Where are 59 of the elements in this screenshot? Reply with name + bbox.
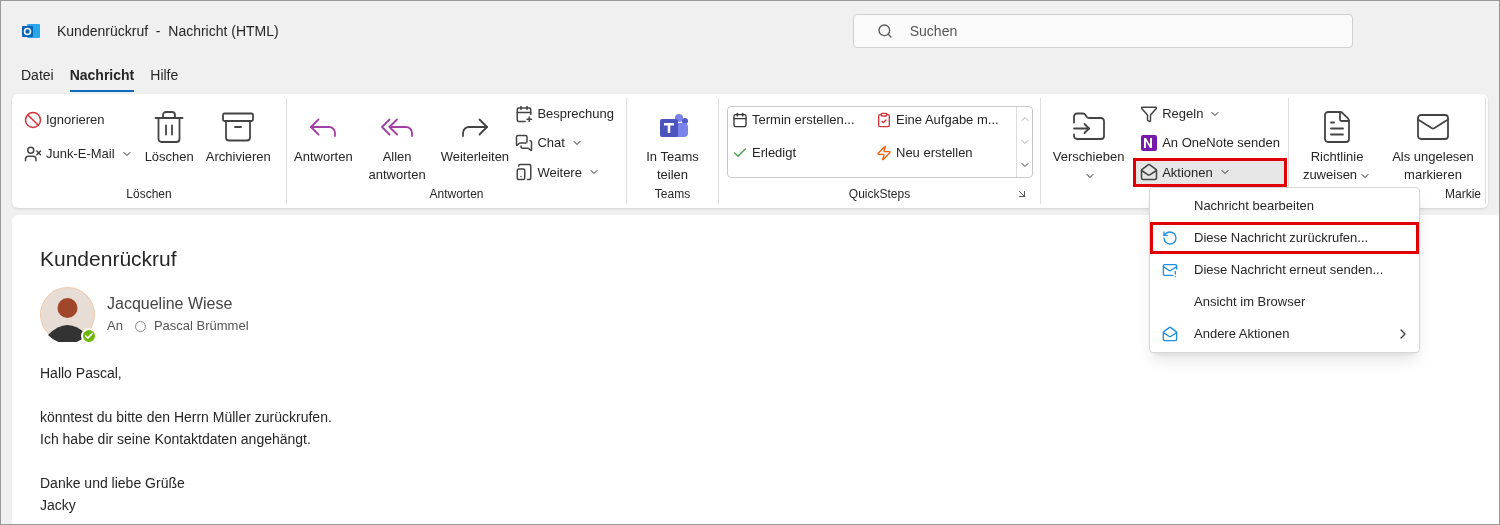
quickstep-item[interactable]: Termin erstellen... (732, 109, 868, 131)
clipboard-icon (876, 112, 892, 128)
ribbon-button[interactable]: Allen antworten (355, 102, 439, 184)
calendar-icon (732, 112, 748, 128)
devices-icon (515, 163, 534, 182)
ribbon-tab[interactable]: Datei (21, 65, 54, 92)
ribbon-button[interactable]: Chat (511, 131, 618, 155)
ribbon-button[interactable]: Aktionen (1136, 160, 1284, 184)
quickstep-item[interactable]: Eine Aufgabe m... (876, 109, 1012, 131)
to-label: An (107, 317, 123, 336)
message-subject: Kundenrückruf (40, 246, 177, 272)
ribbon-button[interactable]: Regeln (1136, 102, 1284, 126)
ribbon-button[interactable]: Verschieben (1045, 102, 1133, 184)
ribbon-button[interactable]: Weiterleiten (442, 102, 508, 184)
group-label: Löschen (126, 186, 172, 203)
group-label: Markie (1445, 186, 1481, 203)
sender-name[interactable]: Jacqueline Wiese (107, 292, 249, 317)
ribbon-button[interactable]: Antworten (295, 102, 352, 184)
body-line: könntest du bitte den Herrn Müller zurückrufen. (40, 407, 332, 427)
quickstep-item[interactable]: Neu erstellen (876, 142, 1012, 164)
ignore-icon (24, 111, 42, 129)
group-label: Teams (654, 186, 691, 203)
menu-item[interactable]: Nachricht bearbeiten (1150, 190, 1419, 222)
dialog-launcher-icon[interactable] (1016, 188, 1028, 200)
recipient-name[interactable]: Pascal Brümmel (153, 316, 249, 336)
body-line: Danke und liebe Grüße (40, 473, 185, 493)
calendar-icon (515, 104, 534, 123)
ribbon-button[interactable]: Weitere (511, 160, 618, 184)
ribbon-button[interactable]: Richtlinie zuweisen (1293, 102, 1381, 184)
outlook-logo-icon (21, 21, 41, 41)
ribbon-button[interactable]: Ignorieren (20, 108, 137, 132)
resend-icon (1162, 262, 1178, 278)
group-label: QuickSteps (848, 186, 911, 203)
ribbon-button[interactable]: Löschen (140, 102, 198, 184)
body-line: Hallo Pascal, (40, 363, 122, 383)
menu-item[interactable]: Ansicht im Browser (1150, 286, 1419, 318)
ribbon-tab[interactable]: Nachricht (69, 65, 135, 92)
search-field[interactable]: Suchen (852, 14, 1353, 48)
ribbon-button[interactable]: Als ungelesen markieren (1385, 102, 1481, 184)
ribbon-button[interactable]: In Teams teilen (631, 102, 714, 184)
recall-icon (1162, 230, 1178, 246)
onenote-icon (1140, 134, 1159, 152)
body-line: Jacky (40, 495, 76, 515)
body-line: Ich habe dir seine Kontaktdaten angehängt. (40, 429, 311, 449)
ribbon-tab[interactable]: Hilfe (150, 65, 179, 92)
ribbon-button[interactable]: Archivieren (201, 102, 275, 184)
search-icon (876, 23, 893, 39)
menu-item[interactable]: Andere Aktionen (1150, 318, 1419, 350)
ribbon-button[interactable]: Junk-E-Mail (20, 142, 137, 166)
group-label: Antworten (429, 186, 484, 203)
ribbon-button[interactable]: Besprechung (511, 102, 618, 126)
menu-item[interactable]: Diese Nachricht erneut senden... (1150, 254, 1419, 286)
menu-item[interactable]: Diese Nachricht zurückrufen... (1150, 222, 1419, 254)
chat-icon (515, 134, 534, 152)
window-title: Kundenrückruf - Nachricht (HTML) (57, 21, 279, 41)
junk-icon (24, 145, 42, 163)
lightning-icon (876, 145, 892, 161)
quickstep-item[interactable]: Erledigt (732, 142, 868, 164)
ribbon-button[interactable]: An OneNote senden (1136, 131, 1284, 155)
